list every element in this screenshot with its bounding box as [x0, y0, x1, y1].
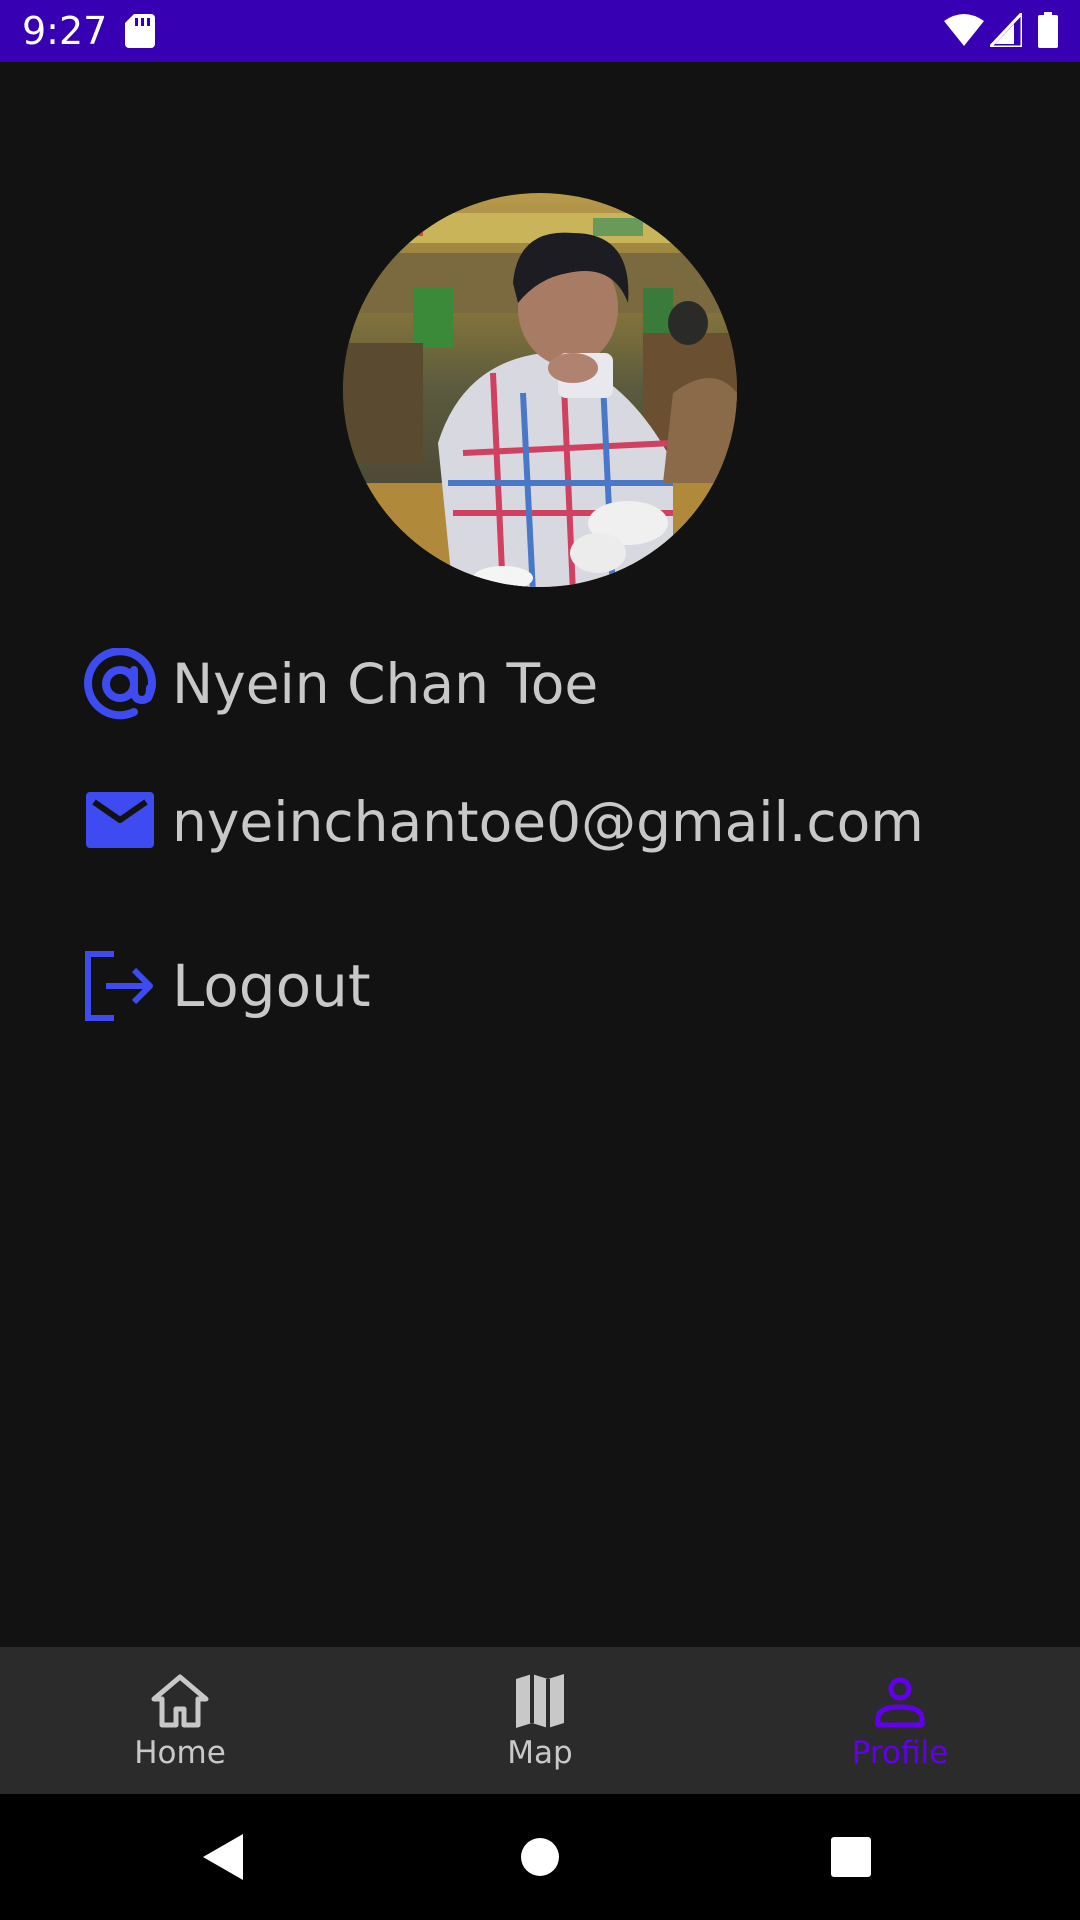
profile-email: nyeinchantoe0@gmail.com [172, 790, 924, 854]
nav-map[interactable]: Map [360, 1647, 720, 1794]
nav-map-label: Map [507, 1735, 573, 1771]
system-navigation-bar [0, 1794, 1080, 1920]
home-circle-icon[interactable] [520, 1837, 560, 1877]
profile-name: Nyein Chan Toe [172, 652, 599, 716]
profile-screen: 9:27 Nyein Chan Toe nyeinchantoe0@gmail.… [0, 0, 1080, 1920]
person-icon [875, 1677, 925, 1728]
nav-home[interactable]: Home [0, 1647, 360, 1794]
bottom-navigation: Home Map Profile [0, 1647, 1080, 1794]
logout-label: Logout [172, 952, 371, 1020]
back-icon[interactable] [203, 1834, 245, 1880]
logout-icon [85, 951, 153, 1021]
profile-photo [343, 193, 737, 587]
map-icon [516, 1674, 564, 1728]
signal-icon [990, 13, 1022, 47]
status-time: 9:27 [22, 9, 108, 53]
mail-icon [86, 792, 154, 848]
recents-icon[interactable] [831, 1837, 871, 1877]
profile-avatar [343, 193, 737, 587]
home-icon [151, 1674, 209, 1728]
at-sign-icon [84, 648, 156, 720]
sd-card-icon [125, 14, 155, 48]
battery-icon [1038, 12, 1058, 48]
status-bar: 9:27 [0, 0, 1080, 62]
nav-home-label: Home [134, 1735, 226, 1771]
nav-profile-label: Profile [851, 1735, 949, 1771]
wifi-icon [944, 14, 984, 46]
nav-profile[interactable]: Profile [720, 1647, 1080, 1794]
